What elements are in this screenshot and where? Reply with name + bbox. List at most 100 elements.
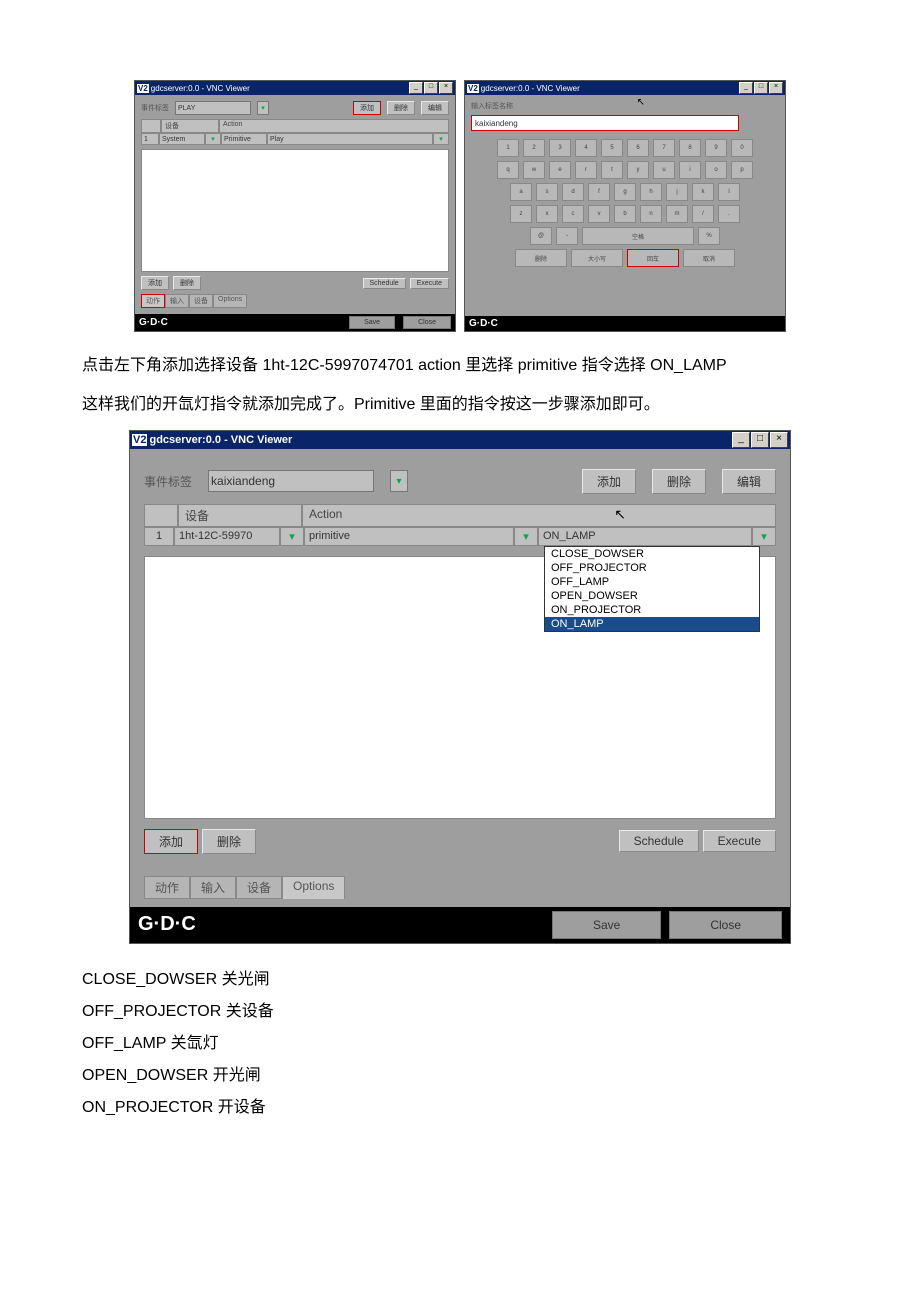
event-dropdown-icon[interactable]: ▾ — [390, 470, 408, 492]
key-percent[interactable]: % — [698, 227, 720, 245]
key-0[interactable]: 0 — [731, 139, 753, 157]
dropdown-option[interactable]: ON_LAMP — [545, 617, 759, 631]
edit-button[interactable]: 编辑 — [421, 101, 449, 115]
tab-action[interactable]: 动作 — [141, 294, 165, 308]
key-i[interactable]: i — [679, 161, 701, 179]
add-button[interactable]: 添加 — [353, 101, 381, 115]
key-s[interactable]: s — [536, 183, 558, 201]
kbd-case-button[interactable]: 大小写 — [571, 249, 623, 267]
key-o[interactable]: o — [705, 161, 727, 179]
dropdown-icon[interactable]: ▾ — [205, 133, 221, 145]
tab-device[interactable]: 设备 — [189, 294, 213, 308]
tab-options[interactable]: Options — [282, 876, 345, 899]
kbd-cancel-button[interactable]: 取消 — [683, 249, 735, 267]
key-space[interactable]: 空格 — [582, 227, 694, 245]
execute-button[interactable]: Execute — [410, 278, 449, 289]
key-dash[interactable]: - — [556, 227, 578, 245]
dropdown-option[interactable]: OPEN_DOWSER — [545, 589, 759, 603]
save-button[interactable]: Save — [552, 911, 661, 939]
key-3[interactable]: 3 — [549, 139, 571, 157]
key-h[interactable]: h — [640, 183, 662, 201]
add-button-2[interactable]: 添加 — [141, 276, 169, 290]
dropdown-icon[interactable]: ▾ — [280, 527, 304, 546]
key-t[interactable]: t — [601, 161, 623, 179]
key-4[interactable]: 4 — [575, 139, 597, 157]
command-dropdown-list[interactable]: CLOSE_DOWSEROFF_PROJECTOROFF_LAMPOPEN_DO… — [544, 546, 760, 632]
delete-button-2[interactable]: 删除 — [202, 829, 256, 854]
maximize-button[interactable]: □ — [424, 82, 438, 94]
key-e[interactable]: e — [549, 161, 571, 179]
key-m[interactable]: m — [666, 205, 688, 223]
key-p[interactable]: p — [731, 161, 753, 179]
tab-device[interactable]: 设备 — [236, 876, 282, 899]
execute-button[interactable]: Execute — [703, 830, 776, 852]
maximize-button[interactable]: □ — [751, 432, 769, 448]
close-window-button[interactable]: × — [769, 82, 783, 94]
key-g[interactable]: g — [614, 183, 636, 201]
label-name-input[interactable]: kaixiandeng — [471, 115, 739, 131]
save-button[interactable]: Save — [349, 316, 395, 329]
event-dropdown-icon[interactable]: ▾ — [257, 101, 269, 115]
minimize-button[interactable]: _ — [409, 82, 423, 94]
key-n[interactable]: n — [640, 205, 662, 223]
dropdown-option[interactable]: CLOSE_DOWSER — [545, 547, 759, 561]
key-a[interactable]: a — [510, 183, 532, 201]
edit-button[interactable]: 编辑 — [722, 469, 776, 494]
dropdown-icon[interactable]: ▾ — [433, 133, 449, 145]
key-y[interactable]: y — [627, 161, 649, 179]
delete-button[interactable]: 删除 — [387, 101, 415, 115]
key-r[interactable]: r — [575, 161, 597, 179]
key-x[interactable]: x — [536, 205, 558, 223]
minimize-button[interactable]: _ — [739, 82, 753, 94]
add-button-2[interactable]: 添加 — [144, 829, 198, 854]
table-row[interactable]: 1 System ▾ Primitive Play ▾ — [141, 133, 449, 145]
tab-input[interactable]: 输入 — [190, 876, 236, 899]
close-window-button[interactable]: × — [770, 432, 788, 448]
key-c[interactable]: c — [562, 205, 584, 223]
key-j[interactable]: j — [666, 183, 688, 201]
minimize-button[interactable]: _ — [732, 432, 750, 448]
close-button[interactable]: Close — [669, 911, 782, 939]
key-l[interactable]: l — [718, 183, 740, 201]
dropdown-icon[interactable]: ▾ — [514, 527, 538, 546]
schedule-button[interactable]: Schedule — [619, 830, 699, 852]
key-9[interactable]: 9 — [705, 139, 727, 157]
key-6[interactable]: 6 — [627, 139, 649, 157]
event-value-select[interactable]: PLAY — [175, 101, 251, 115]
maximize-button[interactable]: □ — [754, 82, 768, 94]
dropdown-option[interactable]: OFF_PROJECTOR — [545, 561, 759, 575]
dropdown-option[interactable]: ON_PROJECTOR — [545, 603, 759, 617]
close-button[interactable]: Close — [403, 316, 451, 329]
key-2[interactable]: 2 — [523, 139, 545, 157]
key-.[interactable]: . — [718, 205, 740, 223]
dropdown-option[interactable]: OFF_LAMP — [545, 575, 759, 589]
key-8[interactable]: 8 — [679, 139, 701, 157]
delete-button[interactable]: 删除 — [652, 469, 706, 494]
device-cell[interactable]: 1ht-12C-59970 — [174, 527, 280, 546]
key-v[interactable]: v — [588, 205, 610, 223]
key-5[interactable]: 5 — [601, 139, 623, 157]
tab-action[interactable]: 动作 — [144, 876, 190, 899]
key-d[interactable]: d — [562, 183, 584, 201]
key-1[interactable]: 1 — [497, 139, 519, 157]
delete-button-2[interactable]: 删除 — [173, 276, 201, 290]
tab-input[interactable]: 输入 — [165, 294, 189, 308]
schedule-button[interactable]: Schedule — [363, 278, 406, 289]
key-7[interactable]: 7 — [653, 139, 675, 157]
key-z[interactable]: z — [510, 205, 532, 223]
key-k[interactable]: k — [692, 183, 714, 201]
kbd-delete-button[interactable]: 删除 — [515, 249, 567, 267]
table-row[interactable]: 1 1ht-12C-59970 ▾ primitive ▾ ON_LAMP ▾ — [144, 527, 776, 546]
key-at[interactable]: @ — [530, 227, 552, 245]
add-button[interactable]: 添加 — [582, 469, 636, 494]
key-q[interactable]: q — [497, 161, 519, 179]
key-b[interactable]: b — [614, 205, 636, 223]
event-value-select[interactable]: kaixiandeng — [208, 470, 374, 492]
action-type-cell[interactable]: primitive — [304, 527, 514, 546]
kbd-enter-button[interactable]: 回车 — [627, 249, 679, 267]
key-u[interactable]: u — [653, 161, 675, 179]
key-w[interactable]: w — [523, 161, 545, 179]
close-window-button[interactable]: × — [439, 82, 453, 94]
command-cell[interactable]: ON_LAMP — [538, 527, 752, 546]
key-f[interactable]: f — [588, 183, 610, 201]
